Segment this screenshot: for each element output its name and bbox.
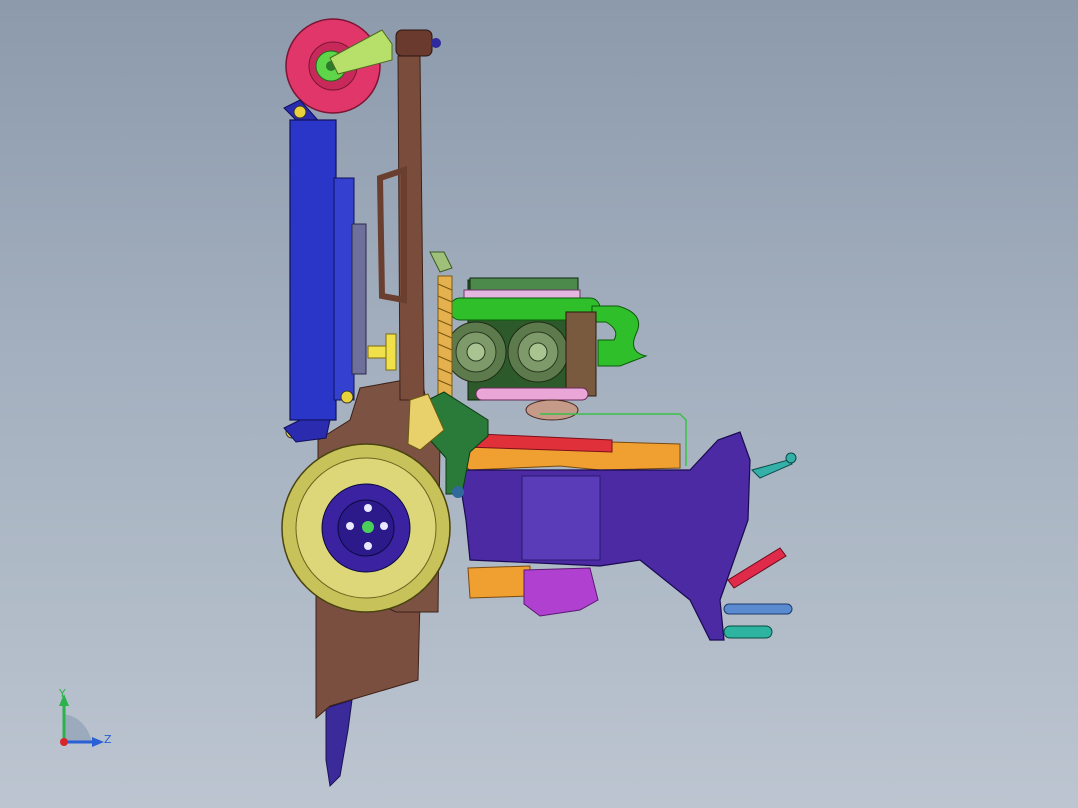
cad-viewport[interactable]: Y Z [0,0,1078,808]
drive-wheel-bolt-3 [364,504,372,512]
drive-wheel-hub [362,521,374,533]
rear-handle-upper [751,459,793,479]
machine-assembly-model[interactable] [0,0,1078,808]
drive-wheel-bolt-4 [364,542,372,550]
air-filter-left-core [466,342,486,362]
rear-handle-blue [723,603,793,615]
rear-handle-upper-knob [785,452,797,464]
spring-hook [429,251,453,273]
coordinate-triad: Y Z [46,684,126,754]
y-axis-label: Y [59,687,66,700]
fan-housing-side [333,177,355,401]
fan-mount-bolt [340,390,354,404]
fan-housing-bottom-bracket [283,419,331,443]
air-filter-right-core [528,342,548,362]
triad-axes [59,694,104,747]
tine-housing-panel [521,475,601,561]
fan-shroud [351,223,367,375]
oil-filter [525,399,579,421]
drive-wheel-bolt-2 [380,522,388,530]
quadrant-pivot [452,486,464,498]
top-bushing [395,29,433,57]
drive-wheel-bolt-1 [346,522,354,530]
z-axis-arrow [92,737,104,747]
drive-shaft-collar [385,333,397,371]
fan-housing-bolt-top [293,105,307,119]
intake-pipe [591,305,648,367]
cooling-fan-housing [289,119,337,421]
engine-side-plate [565,311,597,397]
top-bushing-bolt [431,38,441,48]
x-axis-dot [60,738,68,746]
orange-lower-plate [467,565,531,599]
exhaust-pipe [475,387,589,401]
oil-pan [523,567,599,617]
z-axis-label: Z [104,733,112,746]
digging-tine [325,699,353,788]
triad-corner-shade [64,714,92,742]
rear-handle-teal [723,625,773,639]
